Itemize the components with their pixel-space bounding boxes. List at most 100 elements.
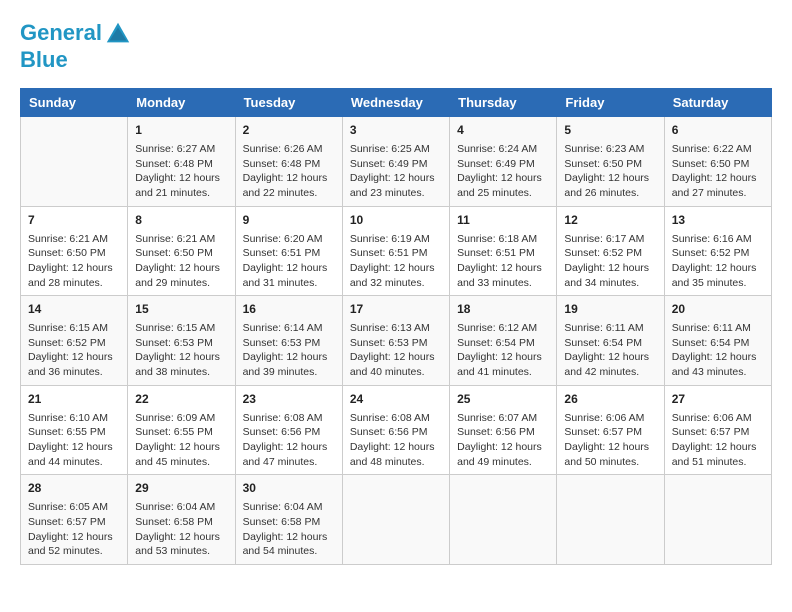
day-content: Sunrise: 6:11 AM Sunset: 6:54 PM Dayligh… bbox=[564, 321, 656, 380]
calendar-cell: 5 Sunrise: 6:23 AM Sunset: 6:50 PM Daylig… bbox=[557, 117, 664, 207]
column-header-sunday: Sunday bbox=[21, 89, 128, 117]
day-number: 13 bbox=[672, 212, 764, 229]
day-content: Sunrise: 6:25 AM Sunset: 6:49 PM Dayligh… bbox=[350, 142, 442, 201]
calendar-cell: 12 Sunrise: 6:17 AM Sunset: 6:52 PM Dayli… bbox=[557, 206, 664, 296]
day-content: Sunrise: 6:18 AM Sunset: 6:51 PM Dayligh… bbox=[457, 232, 549, 291]
calendar-cell: 23 Sunrise: 6:08 AM Sunset: 6:56 PM Dayli… bbox=[235, 385, 342, 475]
day-content: Sunrise: 6:04 AM Sunset: 6:58 PM Dayligh… bbox=[135, 500, 227, 559]
day-number: 27 bbox=[672, 391, 764, 408]
calendar-cell: 19 Sunrise: 6:11 AM Sunset: 6:54 PM Dayli… bbox=[557, 296, 664, 386]
day-content: Sunrise: 6:14 AM Sunset: 6:53 PM Dayligh… bbox=[243, 321, 335, 380]
day-number: 16 bbox=[243, 301, 335, 318]
day-content: Sunrise: 6:05 AM Sunset: 6:57 PM Dayligh… bbox=[28, 500, 120, 559]
day-content: Sunrise: 6:15 AM Sunset: 6:53 PM Dayligh… bbox=[135, 321, 227, 380]
day-content: Sunrise: 6:26 AM Sunset: 6:48 PM Dayligh… bbox=[243, 142, 335, 201]
day-content: Sunrise: 6:09 AM Sunset: 6:55 PM Dayligh… bbox=[135, 411, 227, 470]
day-number: 11 bbox=[457, 212, 549, 229]
calendar-week-4: 21 Sunrise: 6:10 AM Sunset: 6:55 PM Dayli… bbox=[21, 385, 772, 475]
calendar-table: SundayMondayTuesdayWednesdayThursdayFrid… bbox=[20, 88, 772, 565]
day-content: Sunrise: 6:10 AM Sunset: 6:55 PM Dayligh… bbox=[28, 411, 120, 470]
calendar-cell: 1Sunrise: 6:27 AM Sunset: 6:48 PM Daylig… bbox=[128, 117, 235, 207]
calendar-cell: 29 Sunrise: 6:04 AM Sunset: 6:58 PM Dayli… bbox=[128, 475, 235, 565]
column-header-thursday: Thursday bbox=[450, 89, 557, 117]
day-number: 9 bbox=[243, 212, 335, 229]
day-content: Sunrise: 6:20 AM Sunset: 6:51 PM Dayligh… bbox=[243, 232, 335, 291]
day-content: Sunrise: 6:08 AM Sunset: 6:56 PM Dayligh… bbox=[350, 411, 442, 470]
day-number: 5 bbox=[564, 122, 656, 139]
day-number: 19 bbox=[564, 301, 656, 318]
day-content: Sunrise: 6:21 AM Sunset: 6:50 PM Dayligh… bbox=[28, 232, 120, 291]
logo: General Blue bbox=[20, 20, 134, 72]
day-content: Sunrise: 6:11 AM Sunset: 6:54 PM Dayligh… bbox=[672, 321, 764, 380]
day-number: 3 bbox=[350, 122, 442, 139]
calendar-cell: 24 Sunrise: 6:08 AM Sunset: 6:56 PM Dayli… bbox=[342, 385, 449, 475]
calendar-cell: 9 Sunrise: 6:20 AM Sunset: 6:51 PM Daylig… bbox=[235, 206, 342, 296]
calendar-cell: 6 Sunrise: 6:22 AM Sunset: 6:50 PM Daylig… bbox=[664, 117, 771, 207]
day-number: 21 bbox=[28, 391, 120, 408]
calendar-cell: 27 Sunrise: 6:06 AM Sunset: 6:57 PM Dayli… bbox=[664, 385, 771, 475]
day-number: 20 bbox=[672, 301, 764, 318]
column-header-friday: Friday bbox=[557, 89, 664, 117]
calendar-cell bbox=[342, 475, 449, 565]
day-number: 2 bbox=[243, 122, 335, 139]
calendar-week-2: 7Sunrise: 6:21 AM Sunset: 6:50 PM Daylig… bbox=[21, 206, 772, 296]
calendar-cell: 2 Sunrise: 6:26 AM Sunset: 6:48 PM Daylig… bbox=[235, 117, 342, 207]
column-header-saturday: Saturday bbox=[664, 89, 771, 117]
day-number: 17 bbox=[350, 301, 442, 318]
day-number: 1 bbox=[135, 122, 227, 139]
calendar-cell: 13Sunrise: 6:16 AM Sunset: 6:52 PM Dayli… bbox=[664, 206, 771, 296]
day-number: 22 bbox=[135, 391, 227, 408]
calendar-week-1: 1Sunrise: 6:27 AM Sunset: 6:48 PM Daylig… bbox=[21, 117, 772, 207]
day-content: Sunrise: 6:07 AM Sunset: 6:56 PM Dayligh… bbox=[457, 411, 549, 470]
page-header: General Blue bbox=[20, 20, 772, 72]
day-number: 23 bbox=[243, 391, 335, 408]
calendar-cell: 3 Sunrise: 6:25 AM Sunset: 6:49 PM Daylig… bbox=[342, 117, 449, 207]
calendar-cell: 4Sunrise: 6:24 AM Sunset: 6:49 PM Daylig… bbox=[450, 117, 557, 207]
day-content: Sunrise: 6:04 AM Sunset: 6:58 PM Dayligh… bbox=[243, 500, 335, 559]
calendar-cell bbox=[21, 117, 128, 207]
calendar-cell: 14Sunrise: 6:15 AM Sunset: 6:52 PM Dayli… bbox=[21, 296, 128, 386]
calendar-cell: 22 Sunrise: 6:09 AM Sunset: 6:55 PM Dayli… bbox=[128, 385, 235, 475]
day-content: Sunrise: 6:08 AM Sunset: 6:56 PM Dayligh… bbox=[243, 411, 335, 470]
day-content: Sunrise: 6:17 AM Sunset: 6:52 PM Dayligh… bbox=[564, 232, 656, 291]
calendar-cell: 17 Sunrise: 6:13 AM Sunset: 6:53 PM Dayli… bbox=[342, 296, 449, 386]
day-number: 29 bbox=[135, 480, 227, 497]
day-number: 8 bbox=[135, 212, 227, 229]
day-number: 30 bbox=[243, 480, 335, 497]
day-content: Sunrise: 6:13 AM Sunset: 6:53 PM Dayligh… bbox=[350, 321, 442, 380]
day-number: 26 bbox=[564, 391, 656, 408]
calendar-cell bbox=[557, 475, 664, 565]
calendar-cell: 26 Sunrise: 6:06 AM Sunset: 6:57 PM Dayli… bbox=[557, 385, 664, 475]
calendar-cell bbox=[450, 475, 557, 565]
day-number: 18 bbox=[457, 301, 549, 318]
day-number: 10 bbox=[350, 212, 442, 229]
day-number: 25 bbox=[457, 391, 549, 408]
day-content: Sunrise: 6:24 AM Sunset: 6:49 PM Dayligh… bbox=[457, 142, 549, 201]
calendar-cell: 28 Sunrise: 6:05 AM Sunset: 6:57 PM Dayli… bbox=[21, 475, 128, 565]
calendar-cell: 25 Sunrise: 6:07 AM Sunset: 6:56 PM Dayli… bbox=[450, 385, 557, 475]
day-content: Sunrise: 6:06 AM Sunset: 6:57 PM Dayligh… bbox=[672, 411, 764, 470]
calendar-week-3: 14Sunrise: 6:15 AM Sunset: 6:52 PM Dayli… bbox=[21, 296, 772, 386]
calendar-cell bbox=[664, 475, 771, 565]
calendar-cell: 16 Sunrise: 6:14 AM Sunset: 6:53 PM Dayli… bbox=[235, 296, 342, 386]
calendar-cell: 10 Sunrise: 6:19 AM Sunset: 6:51 PM Dayli… bbox=[342, 206, 449, 296]
day-number: 12 bbox=[564, 212, 656, 229]
calendar-cell: 15 Sunrise: 6:15 AM Sunset: 6:53 PM Dayli… bbox=[128, 296, 235, 386]
day-number: 28 bbox=[28, 480, 120, 497]
day-content: Sunrise: 6:23 AM Sunset: 6:50 PM Dayligh… bbox=[564, 142, 656, 201]
day-number: 14 bbox=[28, 301, 120, 318]
calendar-cell: 20 Sunrise: 6:11 AM Sunset: 6:54 PM Dayli… bbox=[664, 296, 771, 386]
day-number: 6 bbox=[672, 122, 764, 139]
day-content: Sunrise: 6:06 AM Sunset: 6:57 PM Dayligh… bbox=[564, 411, 656, 470]
day-content: Sunrise: 6:22 AM Sunset: 6:50 PM Dayligh… bbox=[672, 142, 764, 201]
calendar-week-5: 28 Sunrise: 6:05 AM Sunset: 6:57 PM Dayli… bbox=[21, 475, 772, 565]
day-number: 24 bbox=[350, 391, 442, 408]
column-header-tuesday: Tuesday bbox=[235, 89, 342, 117]
calendar-cell: 7Sunrise: 6:21 AM Sunset: 6:50 PM Daylig… bbox=[21, 206, 128, 296]
logo-icon bbox=[104, 20, 132, 48]
day-content: Sunrise: 6:19 AM Sunset: 6:51 PM Dayligh… bbox=[350, 232, 442, 291]
calendar-cell: 21 Sunrise: 6:10 AM Sunset: 6:55 PM Dayli… bbox=[21, 385, 128, 475]
day-content: Sunrise: 6:21 AM Sunset: 6:50 PM Dayligh… bbox=[135, 232, 227, 291]
column-header-monday: Monday bbox=[128, 89, 235, 117]
day-number: 15 bbox=[135, 301, 227, 318]
